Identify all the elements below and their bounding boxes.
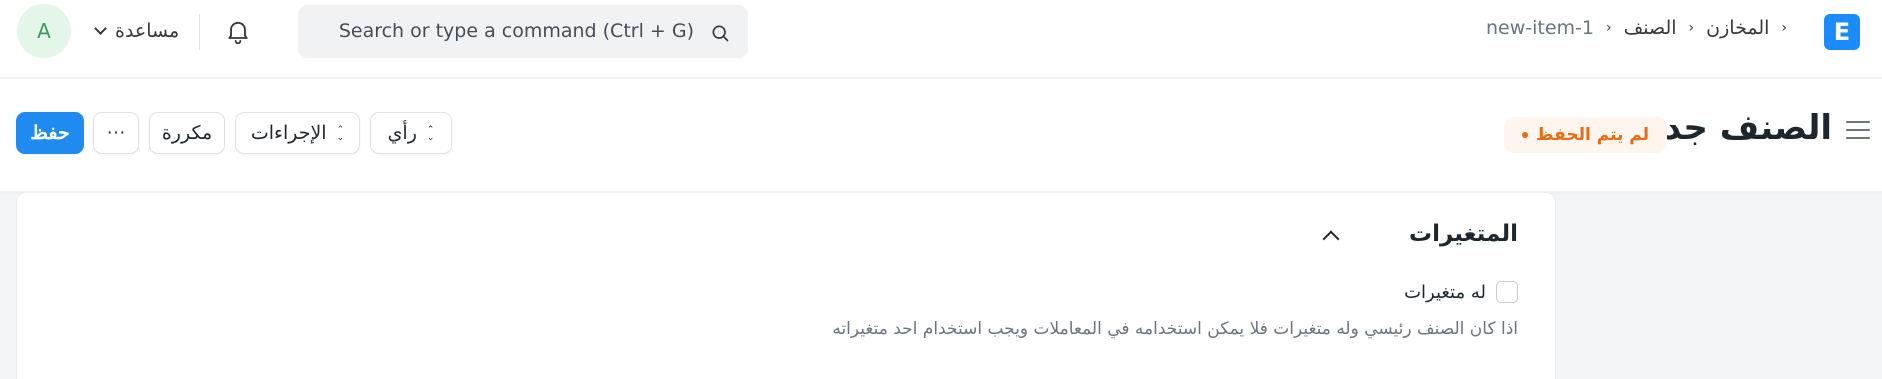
breadcrumb-item-current: new-item-1 — [1485, 17, 1594, 39]
up-down-chevron-icon: ⌃ ⌄ — [426, 124, 435, 142]
has-variants-label: له متغيرات — [1404, 281, 1486, 303]
section-title: المتغيرات — [1408, 221, 1518, 247]
app-logo[interactable]: E — [1824, 14, 1860, 50]
breadcrumb-separator-icon: › — [1688, 20, 1695, 36]
breadcrumb: › المخازن › الصنف › new-item-1 — [1486, 17, 1787, 39]
up-down-chevron-icon: ⌃ ⌄ — [336, 124, 345, 142]
search-icon — [712, 25, 729, 42]
bell-icon[interactable] — [224, 16, 252, 46]
has-variants-description: اذا كان الصنف رئيسي وله متغيرات فلا يمكن… — [832, 319, 1518, 339]
status-badge: لم يتم الحفظ — [1503, 117, 1667, 153]
sidebar-toggle-icon[interactable] — [1846, 121, 1870, 141]
avatar[interactable]: A — [17, 4, 71, 58]
actions-label: الإجراءات — [250, 122, 327, 144]
actions-dropdown[interactable]: الإجراءات ⌃ ⌄ — [235, 112, 360, 154]
status-dot-icon — [1521, 132, 1528, 138]
breadcrumb-separator-icon: › — [1781, 20, 1787, 36]
search-input[interactable]: Search or type a command (Ctrl + G) — [298, 5, 748, 58]
search-placeholder: Search or type a command (Ctrl + G) — [338, 20, 694, 42]
duplicate-button[interactable]: مكررة — [149, 112, 225, 154]
has-variants-field: له متغيرات — [1404, 281, 1518, 303]
chevron-down-icon — [94, 21, 107, 35]
view-label: رأي — [387, 122, 417, 144]
view-dropdown[interactable]: رأي ⌃ ⌄ — [370, 112, 452, 154]
status-badge-label: لم يتم الحفظ — [1535, 125, 1649, 145]
help-dropdown[interactable]: مساعدة — [94, 16, 180, 46]
breadcrumb-item-stock[interactable]: المخازن — [1706, 17, 1769, 39]
chevron-up-icon[interactable] — [1322, 230, 1340, 248]
variants-section: المتغيرات له متغيرات اذا كان الصنف رئيسي… — [16, 192, 1556, 379]
has-variants-checkbox[interactable] — [1496, 281, 1518, 303]
navbar: A مساعدة Search or type a command (Ctrl … — [0, 0, 1882, 78]
help-label: مساعدة — [115, 20, 180, 42]
divider — [199, 14, 200, 50]
more-options-button[interactable]: ··· — [93, 112, 139, 154]
breadcrumb-item-item[interactable]: الصنف — [1624, 17, 1677, 39]
breadcrumb-separator-icon: › — [1605, 20, 1612, 36]
save-button[interactable]: حفظ — [16, 112, 84, 154]
